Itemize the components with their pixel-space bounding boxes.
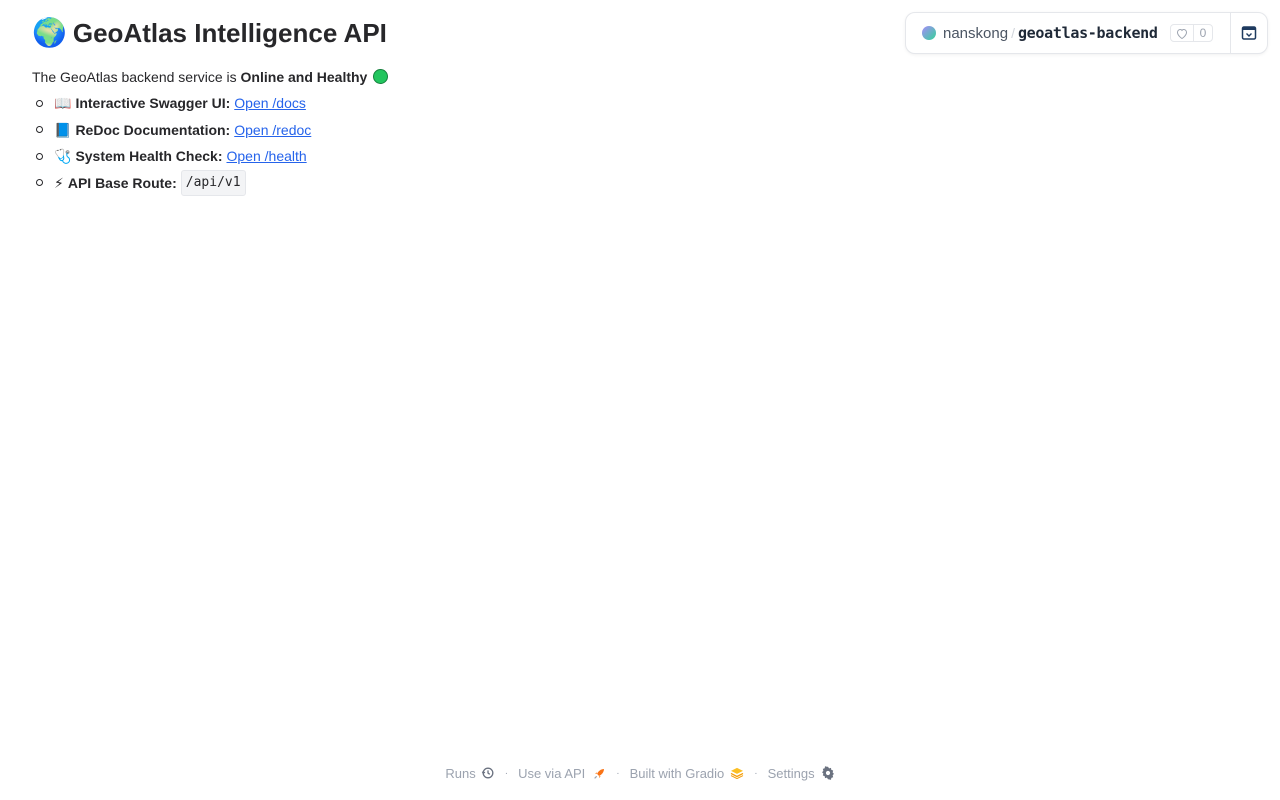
list-item-base-route: ⚡ API Base Route: /api/v1 xyxy=(36,169,311,196)
list-item-docs: 📖 Interactive Swagger UI: Open /docs xyxy=(36,93,311,113)
status-text: Online and Healthy xyxy=(240,69,368,85)
status-prefix: The GeoAtlas backend service is xyxy=(32,69,237,85)
health-label: System Health Check: xyxy=(75,148,223,164)
api-label: Use via API xyxy=(518,765,586,781)
docs-label: Interactive Swagger UI: xyxy=(75,95,231,111)
space-header-badge: nanskong / geoatlas-backend 0 xyxy=(905,12,1268,54)
api-button[interactable]: Use via API xyxy=(518,766,606,781)
list-item-health: 🩺 System Health Check: Open /health xyxy=(36,146,311,166)
base-route-code: /api/v1 xyxy=(180,169,246,196)
list-item-redoc: 📘 ReDoc Documentation: Open /redoc xyxy=(36,120,311,140)
space-identity: nanskong / geoatlas-backend 0 xyxy=(906,13,1214,53)
history-icon xyxy=(481,766,495,780)
space-owner[interactable]: nanskong xyxy=(943,25,1008,42)
space-repo-name[interactable]: geoatlas-backend xyxy=(1018,24,1158,42)
book-icon: 📖 xyxy=(54,95,72,111)
collapse-icon xyxy=(1241,26,1257,40)
status-dot-icon xyxy=(373,69,389,84)
gradio-logo-icon xyxy=(730,767,744,779)
footer: Runs · Use via API · Built with Gradio ·… xyxy=(0,763,1280,783)
page: 🌍 GeoAtlas Intelligence API The GeoAtlas… xyxy=(0,0,1280,800)
blue-book-icon: 📘 xyxy=(54,121,72,138)
collapse-header-button[interactable] xyxy=(1230,13,1268,53)
health-link[interactable]: Open /health xyxy=(227,146,307,166)
bullet-icon xyxy=(36,152,43,160)
footer-separator: · xyxy=(504,767,509,779)
owner-avatar[interactable] xyxy=(922,26,936,40)
gradio-label: Built with Gradio xyxy=(629,765,725,781)
base-route-label: API Base Route: xyxy=(67,174,177,191)
settings-label: Settings xyxy=(767,765,815,781)
runs-label: Runs xyxy=(445,765,476,781)
bullet-icon xyxy=(36,126,43,133)
lightning-icon: ⚡ xyxy=(54,174,64,191)
redoc-label: ReDoc Documentation: xyxy=(75,121,231,138)
bullet-icon xyxy=(36,179,43,186)
redoc-link[interactable]: Open /redoc xyxy=(234,120,311,140)
settings-button[interactable]: Settings xyxy=(768,766,835,781)
globe-icon: 🌍 xyxy=(32,17,67,48)
gradio-link[interactable]: Built with Gradio xyxy=(630,766,745,781)
bullet-icon xyxy=(36,99,43,107)
like-button[interactable]: 0 xyxy=(1169,24,1214,42)
resource-list: 📖 Interactive Swagger UI: Open /docs 📘 R… xyxy=(36,93,311,199)
heart-icon xyxy=(1171,25,1194,41)
stethoscope-icon: 🩺 xyxy=(54,148,72,164)
runs-button[interactable]: Runs xyxy=(445,766,494,781)
footer-separator: · xyxy=(754,767,758,779)
rocket-icon xyxy=(593,767,606,780)
docs-link[interactable]: Open /docs xyxy=(234,93,306,113)
page-title-text: GeoAtlas Intelligence API xyxy=(72,18,387,48)
path-separator: / xyxy=(1011,25,1015,41)
status-sentence: The GeoAtlas backend service is Online a… xyxy=(32,67,389,87)
gear-icon xyxy=(821,766,835,780)
like-count: 0 xyxy=(1199,26,1207,40)
page-title: 🌍 GeoAtlas Intelligence API xyxy=(32,16,387,50)
footer-separator: · xyxy=(616,767,620,779)
